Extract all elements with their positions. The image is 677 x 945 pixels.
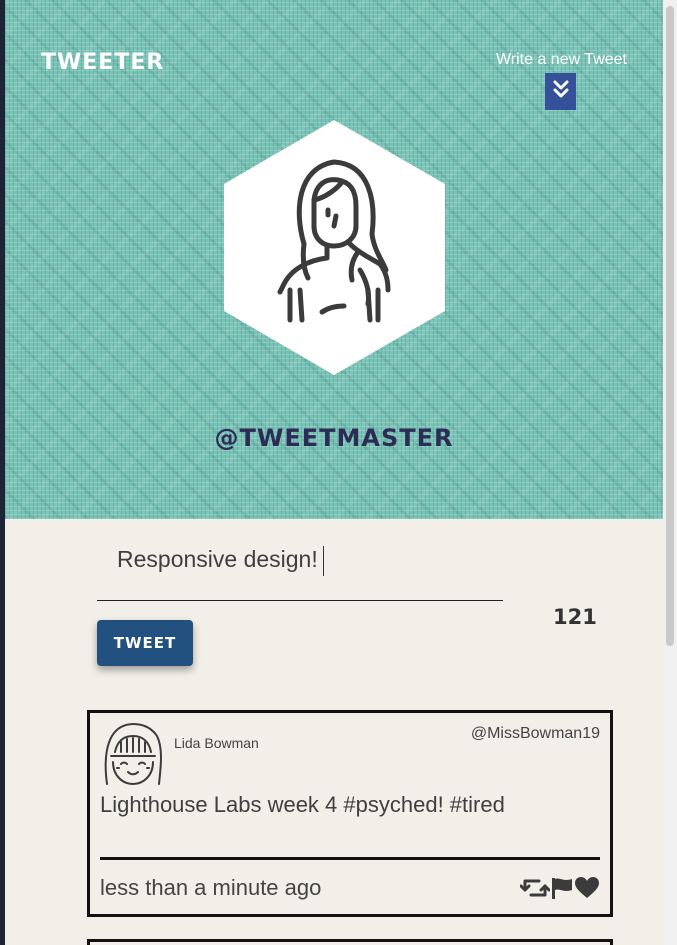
heart-icon[interactable] <box>574 876 600 900</box>
write-new-tweet-link[interactable]: Write a new Tweet <box>496 51 627 69</box>
tweet-card: Lida Bowman @MissBowman19 Lighthouse Lab… <box>87 710 613 917</box>
retweet-icon[interactable] <box>520 876 550 900</box>
tweet-timestamp: less than a minute ago <box>100 875 322 900</box>
tweet-actions <box>520 876 600 900</box>
text-caret <box>322 546 324 576</box>
page: TWEETER Write a new Tweet @TWEETMASTER R… <box>5 0 663 945</box>
profile-handle: @TWEETMASTER <box>214 424 454 452</box>
tweet-submit-button[interactable]: TWEET <box>97 620 193 666</box>
tweet-author-username: @MissBowman19 <box>470 725 600 742</box>
scrollbar-thumb[interactable] <box>666 6 674 646</box>
compose-text-value: Responsive design! <box>117 546 318 573</box>
double-chevron-down-icon <box>553 79 569 104</box>
character-counter: 121 <box>553 605 597 629</box>
tweet-card <box>87 939 613 945</box>
brand-logo[interactable]: TWEETER <box>41 50 164 75</box>
tweet-divider <box>100 857 600 860</box>
tweet-author-name: Lida Bowman <box>174 735 259 751</box>
profile-header: TWEETER Write a new Tweet @TWEETMASTER <box>5 0 663 519</box>
avatar <box>103 722 163 788</box>
tweet-content: Lighthouse Labs week 4 #psyched! #tired <box>100 792 505 817</box>
compose-toggle-button[interactable] <box>545 73 576 110</box>
compose-textarea[interactable]: Responsive design! <box>117 546 324 576</box>
flag-icon[interactable] <box>550 876 574 900</box>
profile-avatar <box>224 120 445 375</box>
compose-underline <box>97 600 503 601</box>
